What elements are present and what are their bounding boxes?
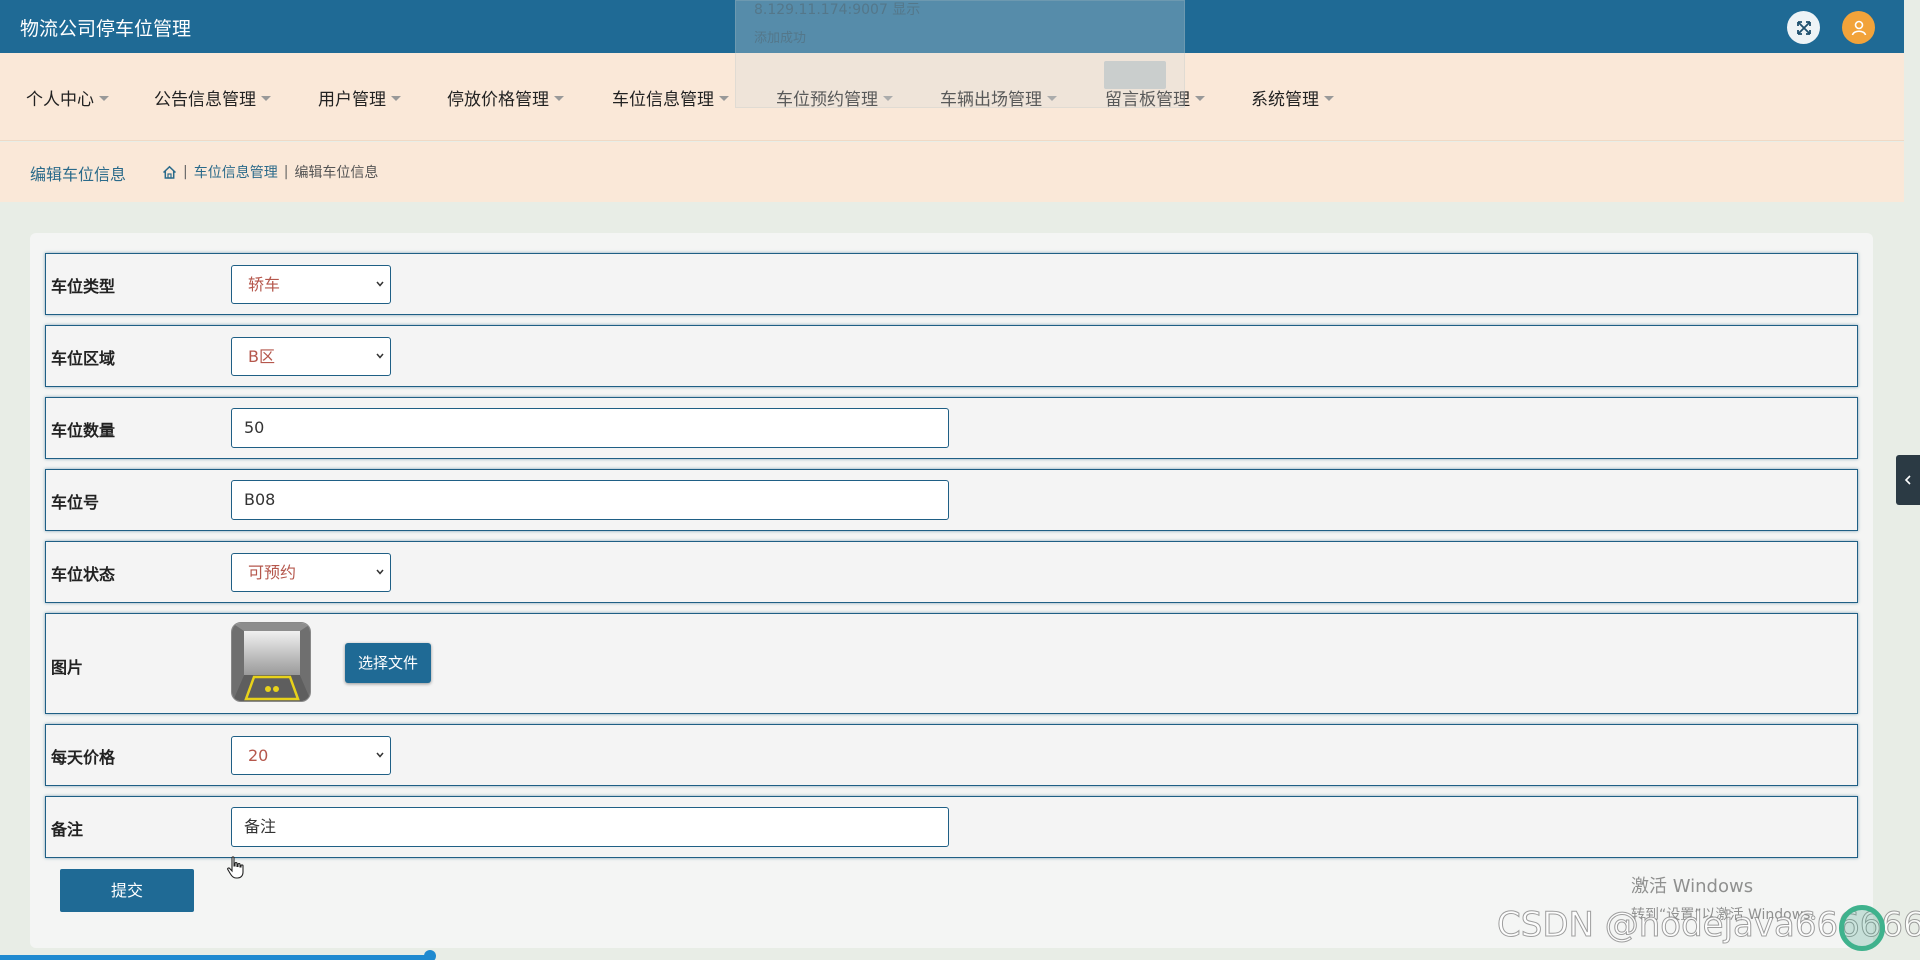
chevron-down-icon	[376, 569, 384, 575]
space-type-select[interactable]: 轿车	[231, 265, 391, 304]
breadcrumb-item-current: 编辑车位信息	[294, 165, 379, 181]
space-status-label: 车位状态	[51, 565, 116, 584]
daily-price-value: 20	[248, 746, 269, 765]
space-count-input[interactable]: 50	[231, 408, 949, 448]
caret-down-icon	[391, 96, 401, 101]
parking-image-thumbnail	[231, 622, 311, 702]
space-type-label: 车位类型	[51, 277, 116, 296]
breadcrumb-separator: |	[183, 164, 188, 180]
space-number-input[interactable]: B08	[231, 480, 949, 520]
breadcrumb: | 车位信息管理 | 编辑车位信息	[162, 162, 378, 182]
space-type-value: 轿车	[248, 275, 281, 294]
form-row-space-area: 车位区域 B区	[45, 325, 1858, 387]
nav-item-announcements[interactable]: 公告信息管理	[154, 85, 271, 110]
nav-item-personal-center[interactable]: 个人中心	[26, 85, 109, 110]
alert-message: 添加成功	[754, 31, 807, 46]
caret-down-icon	[719, 96, 729, 101]
daily-price-select[interactable]: 20	[231, 736, 391, 775]
breadcrumb-bar: 编辑车位信息 | 车位信息管理 | 编辑车位信息	[0, 142, 1904, 202]
chevron-left-icon	[1904, 475, 1911, 485]
space-status-select[interactable]: 可预约	[231, 553, 391, 592]
breadcrumb-separator: |	[283, 164, 289, 180]
nav-item-parking-price[interactable]: 停放价格管理	[447, 85, 564, 110]
space-area-value: B区	[248, 347, 275, 366]
hand-cursor-icon	[227, 856, 244, 879]
remark-input[interactable]: 备注	[231, 807, 949, 847]
remark-label: 备注	[51, 820, 84, 839]
scroll-progress-knob[interactable]	[424, 950, 436, 960]
alert-confirm-button[interactable]	[1104, 61, 1166, 89]
caret-down-icon	[1195, 96, 1205, 101]
app-title: 物流公司停车位管理	[20, 18, 192, 40]
space-area-label: 车位区域	[51, 349, 116, 368]
nav-item-parking-spaces[interactable]: 车位信息管理	[612, 85, 729, 110]
form-row-daily-price: 每天价格 20	[45, 724, 1858, 786]
form-row-space-type: 车位类型 轿车	[45, 253, 1858, 315]
space-area-select[interactable]: B区	[231, 337, 391, 376]
fullscreen-button[interactable]	[1787, 11, 1820, 44]
nav-item-system[interactable]: 系统管理	[1251, 85, 1334, 110]
caret-down-icon	[1324, 96, 1334, 101]
chevron-down-icon	[376, 752, 384, 758]
form-row-space-count: 车位数量 50	[45, 397, 1858, 459]
nav-item-users[interactable]: 用户管理	[318, 85, 401, 110]
submit-button[interactable]: 提交	[60, 869, 194, 912]
breadcrumb-item-parking-spaces[interactable]: 车位信息管理	[194, 162, 278, 182]
space-status-value: 可预约	[248, 563, 297, 582]
side-panel-toggle[interactable]	[1896, 455, 1920, 505]
form-row-space-status: 车位状态 可预约	[45, 541, 1858, 603]
alert-dialog: 8.129.11.174:9007 显示 添加成功	[735, 0, 1185, 108]
form-row-remark: 备注 备注	[45, 796, 1858, 858]
user-icon	[1851, 20, 1866, 35]
page-title: 编辑车位信息	[30, 165, 127, 184]
space-number-label: 车位号	[51, 493, 100, 512]
form-row-image: 图片 选择文件	[45, 613, 1858, 714]
form-row-space-number: 车位号 B08	[45, 469, 1858, 531]
user-button[interactable]	[1842, 11, 1875, 44]
home-icon[interactable]	[162, 165, 177, 180]
chevron-down-icon	[376, 281, 384, 287]
chevron-down-icon	[376, 353, 384, 359]
alert-title: 8.129.11.174:9007 显示	[754, 2, 921, 18]
fullscreen-icon	[1796, 20, 1811, 35]
caret-down-icon	[261, 96, 271, 101]
space-count-label: 车位数量	[51, 421, 116, 440]
image-label: 图片	[51, 658, 84, 677]
choose-file-button[interactable]: 选择文件	[345, 643, 431, 683]
activate-windows-title: 激活 Windows	[1631, 876, 1754, 897]
caret-down-icon	[554, 96, 564, 101]
daily-price-label: 每天价格	[51, 748, 116, 767]
scroll-progress-bar	[0, 955, 430, 960]
floating-logo-icon	[1839, 905, 1885, 951]
caret-down-icon	[99, 96, 109, 101]
